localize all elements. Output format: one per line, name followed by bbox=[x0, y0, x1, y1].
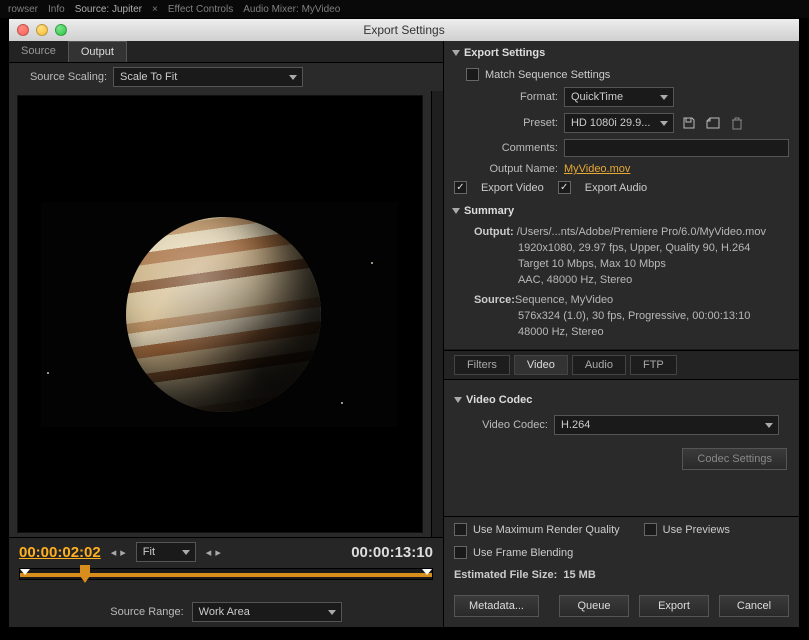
export-settings-window: Export Settings Source Output Source Sca… bbox=[8, 18, 800, 628]
tab-filters[interactable]: Filters bbox=[454, 355, 510, 375]
summary-block: Output: /Users/...nts/Adobe/Premiere Pro… bbox=[444, 223, 799, 349]
delete-preset-icon[interactable] bbox=[728, 114, 746, 132]
match-sequence-label: Match Sequence Settings bbox=[485, 69, 610, 81]
window-zoom-icon[interactable] bbox=[55, 24, 67, 36]
max-render-quality-label: Use Maximum Render Quality bbox=[473, 524, 620, 536]
export-audio-label: Export Audio bbox=[585, 182, 647, 194]
estimated-size-value: 15 MB bbox=[563, 569, 595, 581]
chevron-down-icon bbox=[452, 208, 460, 214]
source-range-label: Source Range: bbox=[110, 606, 183, 618]
detail-tabs: Filters Video Audio FTP bbox=[444, 350, 799, 380]
step-back2-icon[interactable]: ◂ bbox=[206, 546, 212, 559]
cancel-button[interactable]: Cancel bbox=[719, 595, 789, 617]
tab-source[interactable]: Source bbox=[9, 41, 68, 62]
comments-input[interactable] bbox=[564, 139, 789, 157]
zoom-fit-dropdown[interactable]: Fit bbox=[136, 542, 196, 562]
export-settings-section[interactable]: Export Settings bbox=[444, 41, 799, 65]
import-preset-icon[interactable] bbox=[704, 114, 722, 132]
codec-settings-button[interactable]: Codec Settings bbox=[682, 448, 787, 470]
out-timecode: 00:00:13:10 bbox=[351, 544, 433, 561]
format-dropdown[interactable]: QuickTime bbox=[564, 87, 674, 107]
export-video-label: Export Video bbox=[481, 182, 544, 194]
background-app-tabs: rowser Info Source: Jupiter × Effect Con… bbox=[0, 0, 809, 18]
step-fwd-icon[interactable]: ▸ bbox=[120, 546, 126, 559]
preset-label: Preset: bbox=[466, 117, 558, 129]
window-close-icon[interactable] bbox=[17, 24, 29, 36]
preset-dropdown[interactable]: HD 1080i 29.9... bbox=[564, 113, 674, 133]
preview-scrollbar[interactable] bbox=[431, 91, 443, 537]
tab-ftp[interactable]: FTP bbox=[630, 355, 677, 375]
preview-frame-content bbox=[126, 217, 321, 412]
tab-output[interactable]: Output bbox=[68, 41, 127, 62]
chevron-down-icon bbox=[452, 50, 460, 56]
output-name-link[interactable]: MyVideo.mov bbox=[564, 163, 630, 175]
export-button[interactable]: Export bbox=[639, 595, 709, 617]
video-codec-label: Video Codec: bbox=[466, 419, 548, 431]
metadata-button[interactable]: Metadata... bbox=[454, 595, 539, 617]
playhead[interactable] bbox=[80, 565, 90, 583]
save-preset-icon[interactable] bbox=[680, 114, 698, 132]
frame-blending-label: Use Frame Blending bbox=[473, 547, 573, 559]
output-name-label: Output Name: bbox=[466, 163, 558, 175]
preview-tabs: Source Output bbox=[9, 41, 443, 63]
source-scaling-label: Source Scaling: bbox=[17, 71, 107, 83]
frame-blending-checkbox[interactable] bbox=[454, 546, 467, 559]
chevron-down-icon bbox=[454, 397, 462, 403]
estimated-size-label: Estimated File Size: bbox=[454, 569, 557, 581]
titlebar[interactable]: Export Settings bbox=[9, 19, 799, 41]
export-video-checkbox[interactable] bbox=[454, 181, 467, 194]
max-render-quality-checkbox[interactable] bbox=[454, 523, 467, 536]
format-label: Format: bbox=[466, 91, 558, 103]
tab-audio[interactable]: Audio bbox=[572, 355, 626, 375]
step-fwd2-icon[interactable]: ▸ bbox=[215, 546, 221, 559]
preview-panel: Source Output Source Scaling: Scale To F… bbox=[9, 41, 444, 627]
step-back-icon[interactable]: ◂ bbox=[111, 546, 117, 559]
video-codec-section[interactable]: Video Codec bbox=[454, 388, 789, 412]
video-preview[interactable] bbox=[17, 95, 423, 533]
video-codec-dropdown[interactable]: H.264 bbox=[554, 415, 779, 435]
tab-video[interactable]: Video bbox=[514, 355, 568, 375]
settings-panel: Export Settings Match Sequence Settings … bbox=[444, 41, 799, 627]
source-scaling-dropdown[interactable]: Scale To Fit bbox=[113, 67, 303, 87]
export-audio-checkbox[interactable] bbox=[558, 181, 571, 194]
use-previews-label: Use Previews bbox=[663, 524, 730, 536]
source-range-dropdown[interactable]: Work Area bbox=[192, 602, 342, 622]
timeline-scrubber[interactable] bbox=[19, 568, 433, 580]
use-previews-checkbox[interactable] bbox=[644, 523, 657, 536]
in-timecode[interactable]: 00:00:02:02 bbox=[19, 544, 101, 561]
queue-button[interactable]: Queue bbox=[559, 595, 629, 617]
comments-label: Comments: bbox=[466, 142, 558, 154]
match-sequence-checkbox[interactable] bbox=[466, 68, 479, 81]
window-title: Export Settings bbox=[363, 23, 444, 37]
window-minimize-icon[interactable] bbox=[36, 24, 48, 36]
summary-section[interactable]: Summary bbox=[444, 197, 799, 223]
